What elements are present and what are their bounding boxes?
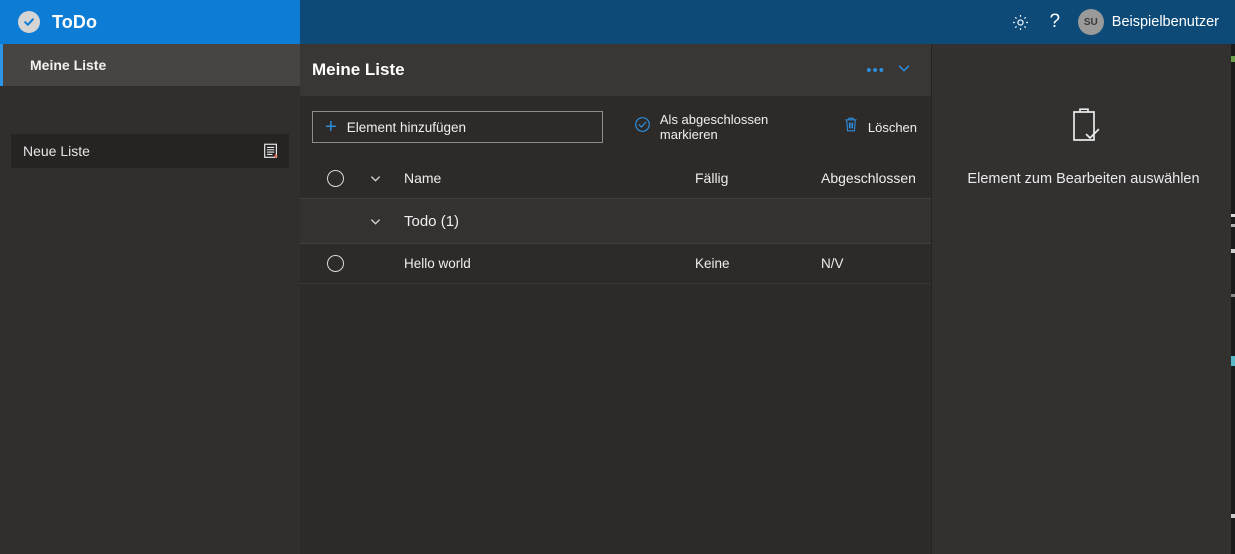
ellipsis-icon[interactable]: ••• (866, 63, 885, 78)
group-label: Todo (1) (404, 212, 460, 230)
expand-all-chevron[interactable] (358, 171, 392, 186)
row-due: Keine (695, 256, 730, 271)
select-all-checkbox[interactable] (312, 169, 358, 187)
question-mark-icon[interactable]: ? (1038, 5, 1072, 39)
sidebar-item-label: Meine Liste (30, 57, 107, 73)
chevron-down-icon[interactable] (895, 59, 913, 82)
avatar[interactable]: SU (1077, 9, 1104, 35)
gear-icon[interactable] (1004, 5, 1038, 39)
column-header-name[interactable]: Name (392, 170, 695, 186)
column-header-completed[interactable]: Abgeschlossen (821, 170, 931, 186)
table-row[interactable]: Hello world Keine N/V (300, 244, 931, 284)
detail-panel: Element zum Bearbeiten auswählen (932, 44, 1235, 554)
sidebar: Meine Liste Neue Liste (0, 44, 300, 554)
mark-complete-button[interactable]: Als abgeschlossen markieren (620, 111, 829, 143)
app-body: Meine Liste Neue Liste Meine Liste ••• +… (0, 44, 1235, 554)
sidebar-item-meine-liste[interactable]: Meine Liste (0, 44, 300, 86)
new-list-container: Neue Liste (0, 134, 300, 168)
row-checkbox[interactable] (312, 255, 358, 272)
plus-icon: + (325, 116, 337, 138)
add-item-label: Element hinzufügen (346, 119, 467, 135)
list-panel: Meine Liste ••• + Element hinzufügen Als… (300, 44, 932, 554)
table-group-row[interactable]: Todo (1) (300, 198, 931, 244)
list-header-actions: ••• (866, 59, 913, 82)
clipboard-check-icon (1066, 106, 1102, 149)
user-name-label[interactable]: Beispielbenutzer (1112, 14, 1223, 30)
todo-app-window: ToDo ? SU Beispielbenutzer Meine Liste N… (0, 0, 1235, 554)
delete-button[interactable]: Löschen (829, 111, 931, 143)
new-list-field[interactable]: Neue Liste (11, 134, 289, 168)
app-title: ToDo (52, 11, 98, 32)
checkbox-circle-icon (326, 255, 344, 272)
mark-complete-label: Als abgeschlossen markieren (659, 112, 769, 142)
selection-accent-bar (0, 44, 3, 86)
checkbox-circle-icon (326, 169, 344, 187)
new-list-input[interactable]: Neue Liste (23, 143, 90, 159)
list-toolbar: + Element hinzufügen Als abgeschlossen m… (300, 96, 931, 158)
todo-table: Name Fällig Abgeschlossen Todo (1) Hello… (300, 158, 931, 284)
detail-empty-text: Element zum Bearbeiten auswählen (967, 171, 1200, 187)
brand-area: ToDo (0, 0, 300, 44)
add-item-button[interactable]: + Element hinzufügen (312, 111, 604, 143)
app-header: ToDo ? SU Beispielbenutzer (0, 0, 1235, 44)
column-header-due[interactable]: Fällig (695, 170, 821, 186)
list-title: Meine Liste (312, 60, 405, 79)
desktop-edge-sliver (1231, 44, 1235, 554)
row-name: Hello world (404, 256, 471, 271)
list-add-icon[interactable] (261, 141, 281, 161)
list-panel-header: Meine Liste ••• (300, 44, 931, 96)
trash-icon (843, 116, 859, 138)
check-circle-icon (18, 11, 40, 33)
check-circle-icon (634, 116, 651, 138)
delete-label: Löschen (867, 119, 918, 135)
header-actions: ? SU Beispielbenutzer (300, 0, 1235, 44)
row-completed: N/V (821, 256, 844, 271)
group-expand-chevron[interactable] (358, 214, 392, 229)
table-header-row: Name Fällig Abgeschlossen (300, 158, 931, 198)
